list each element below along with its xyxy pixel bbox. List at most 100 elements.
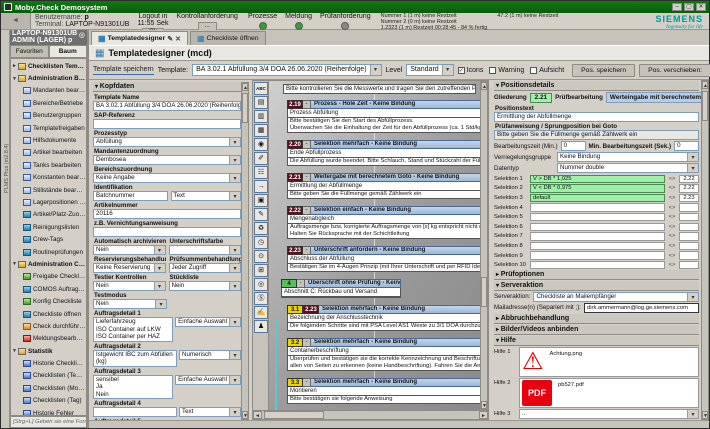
block-description[interactable]: Die Abfüllung wurde beendet. Bitte Schla… xyxy=(287,158,480,166)
checkbox-icons[interactable]: ✓Icons xyxy=(458,67,484,74)
sidebar-tab-baum[interactable]: Baum xyxy=(49,45,88,57)
checklist-icon[interactable]: ☷ xyxy=(254,166,268,179)
gruppe-select[interactable]: Keine Bindung ▾ xyxy=(557,152,699,162)
chevron-down-icon[interactable]: ▾ xyxy=(229,174,240,182)
tree-item[interactable]: Artikel/Platz-Zuordnung xyxy=(11,209,86,221)
abc-check-icon[interactable]: ABC xyxy=(254,82,268,95)
selektion-value[interactable] xyxy=(530,223,665,232)
tree-item[interactable]: Lagerpositionen bearbeiten xyxy=(11,196,86,208)
scroll-left-icon[interactable]: ◄ xyxy=(253,411,262,419)
tree-item[interactable]: Tanks bearbeiten xyxy=(11,159,86,171)
template-select[interactable]: BA 3.02.1 Abfüllung 3/4 DOA 26.06.2020 (… xyxy=(192,64,381,76)
measure-icon[interactable]: ✐ xyxy=(254,152,268,165)
calculator-icon[interactable]: ◎ xyxy=(254,278,268,291)
block-name[interactable]: Prozess Abfüllung xyxy=(287,109,480,118)
field-select[interactable]: Nein▾ xyxy=(93,245,166,255)
pruefanweisung-input[interactable]: Bitte geben Sie die Füllmenge gemäß Zähl… xyxy=(494,130,699,140)
collapse-block-icon[interactable]: - xyxy=(303,173,311,182)
checkbox-icon[interactable] xyxy=(489,67,496,74)
kopfdaten-scrollbar[interactable]: ▲ ▼ xyxy=(241,82,249,420)
flow-block-2-23[interactable]: 2.23-Unterschrift anfordern - Keine Bind… xyxy=(287,246,480,272)
collapse-block-icon[interactable]: - xyxy=(303,338,311,347)
field-select[interactable]: Nein▾ xyxy=(93,281,166,291)
block-description[interactable]: Bitte geben Sie die Füllmenge gemäß Zähl… xyxy=(287,191,480,199)
selection-multi-icon[interactable]: ▦ xyxy=(254,124,268,137)
serveraktion-select[interactable]: Checkliste an Mailempfänger ▾ xyxy=(533,292,699,302)
tree-item[interactable]: Stillstände bearbeiten xyxy=(11,184,86,196)
field-select[interactable]: Keine Angabe▾ xyxy=(93,173,241,183)
maximize-icon[interactable]: ▢ xyxy=(684,3,694,11)
close-tab-icon[interactable]: ✕ xyxy=(175,35,181,43)
block-description[interactable] xyxy=(281,297,401,298)
tree-folder[interactable]: ▼Administration Checklisten xyxy=(11,258,86,270)
tree-folder[interactable]: ►Checklisten Template xyxy=(11,60,86,72)
tree-item[interactable]: Mandanten bearbeiten xyxy=(11,85,86,97)
block-name[interactable]: Mengenabgleich xyxy=(287,215,480,224)
selektion-value[interactable]: V < DB * 0,975 xyxy=(530,184,665,193)
block-name[interactable]: Ermittlung der Abfüllmenge xyxy=(287,182,480,191)
flow-block-2-20[interactable]: 2.20-Selektion mehrfach - Keine BindungE… xyxy=(287,140,480,166)
collapse-block-icon[interactable]: - xyxy=(303,140,311,149)
chevron-down-icon[interactable]: ▾ xyxy=(442,65,453,75)
pos-move-button[interactable]: Pos. verschieben: xyxy=(639,64,710,77)
tree-expander-icon[interactable]: ▼ xyxy=(11,261,18,267)
selection-single-icon[interactable]: ▥ xyxy=(254,110,268,123)
auftragsdetail-type-select[interactable]: Text▾ xyxy=(179,407,241,417)
collapse-block-icon[interactable]: - xyxy=(303,378,311,387)
tree-item[interactable]: Crew-Tags xyxy=(11,233,86,245)
template-save-button[interactable]: Template speichern xyxy=(93,66,154,75)
pencil-icon[interactable]: ✎ xyxy=(254,208,268,221)
tree-item[interactable]: Benutzergruppen xyxy=(11,110,86,122)
hilfe-select[interactable]: ...▾ xyxy=(519,409,699,419)
canvas-scrollbar[interactable]: ▲ ▼ xyxy=(480,81,488,410)
tree-item[interactable]: Templatefreigaben xyxy=(11,122,86,134)
close-icon[interactable]: ✕ xyxy=(696,3,706,11)
section-bilder-videos[interactable]: Bilder/Videos anbinden xyxy=(494,325,699,335)
hilfe-file-box[interactable]: PDFpb527.pdf xyxy=(519,378,699,408)
tab-templatedesigner[interactable]: ▦Templatedesigner✎✕ xyxy=(91,31,188,45)
flow-block-3-2[interactable]: 3.2-Selektion mehrfach - Keine BindungCo… xyxy=(287,338,480,371)
section-positionsdetails[interactable]: Positionsdetails xyxy=(494,81,699,91)
flow-block-3-3[interactable]: 3.3-Selektion mehrfach - Keine BindungMo… xyxy=(287,378,480,404)
auftragsdetail-type-select[interactable]: Einfache Auswahl▾ xyxy=(175,375,241,385)
selektion-value[interactable] xyxy=(530,213,665,222)
selektion-goto[interactable] xyxy=(679,232,699,241)
tree-item[interactable]: Historie Fehler xyxy=(11,407,86,416)
auftragsdetail-type-select[interactable]: Numerisch▾ xyxy=(179,350,241,360)
field-input[interactable]: 20116 xyxy=(93,209,241,219)
auftragsdetail-input[interactable]: Istgewicht IBC zum Abfüllen (kg) xyxy=(93,350,177,367)
block-description[interactable]: Die folgenden Schritte sind mit PSA Leve… xyxy=(287,323,480,331)
tree-item[interactable]: Checklisten (Template) xyxy=(11,370,86,382)
mail-input[interactable]: dirk.ammermann@log.ge.siemens.com xyxy=(584,303,699,313)
server-icon[interactable]: Ⓢ xyxy=(254,292,268,305)
person-icon[interactable]: ♟ xyxy=(254,320,268,333)
tree-folder[interactable]: ▼Statistik xyxy=(11,345,86,357)
hilfe-file-box[interactable]: ⚠Achtung.png xyxy=(519,347,699,377)
chevron-down-icon[interactable]: ▾ xyxy=(154,246,165,254)
testmodus-select[interactable]: Nein▾ xyxy=(93,299,167,309)
minimize-icon[interactable]: – xyxy=(672,3,682,11)
level-select[interactable]: Standard ▾ xyxy=(406,64,453,76)
selektion-value[interactable] xyxy=(530,261,665,270)
positionstext-input[interactable]: Ermittlung der Abfüllmenge xyxy=(494,112,699,122)
tree-item[interactable]: Freigabe Checkliste xyxy=(11,271,86,283)
tree-item[interactable]: Artikel bearbeiten xyxy=(11,147,86,159)
selektion-goto[interactable] xyxy=(679,203,699,212)
selektion-value[interactable]: default xyxy=(530,194,665,203)
tree-item[interactable]: COMOS Auftragsübersicht xyxy=(11,283,86,295)
block-description[interactable]: Auftragsmenge bzw. korrigierte Auftragsm… xyxy=(287,224,480,239)
field-select[interactable]: Nein▾ xyxy=(169,281,242,291)
flow-block-4[interactable]: 4-Überschrift ohne Prüfung - Keine Bindu… xyxy=(281,279,401,298)
scroll-down-icon[interactable]: ▼ xyxy=(481,401,487,409)
film-icon[interactable]: ▣ xyxy=(254,194,268,207)
datentyp-select[interactable]: Nummer double ▾ xyxy=(557,163,699,173)
tree-item[interactable]: Konfig Checkliste xyxy=(11,295,86,307)
chevron-down-icon[interactable]: ▾ xyxy=(229,408,240,416)
field-select[interactable]: Jeder Zugriff▾ xyxy=(169,263,242,273)
selektion-goto[interactable] xyxy=(679,223,699,232)
checkbox-icon[interactable]: ✓ xyxy=(458,67,465,74)
flow-block-2-21[interactable]: 2.21-Weitergabe mit berechnetem Goto - K… xyxy=(287,173,480,199)
selektion-goto[interactable]: 2.23 xyxy=(679,194,699,203)
block-name[interactable]: Containerbeschriftung xyxy=(287,347,480,356)
sidebar-tab-favoriten[interactable]: Favoriten xyxy=(10,45,49,57)
